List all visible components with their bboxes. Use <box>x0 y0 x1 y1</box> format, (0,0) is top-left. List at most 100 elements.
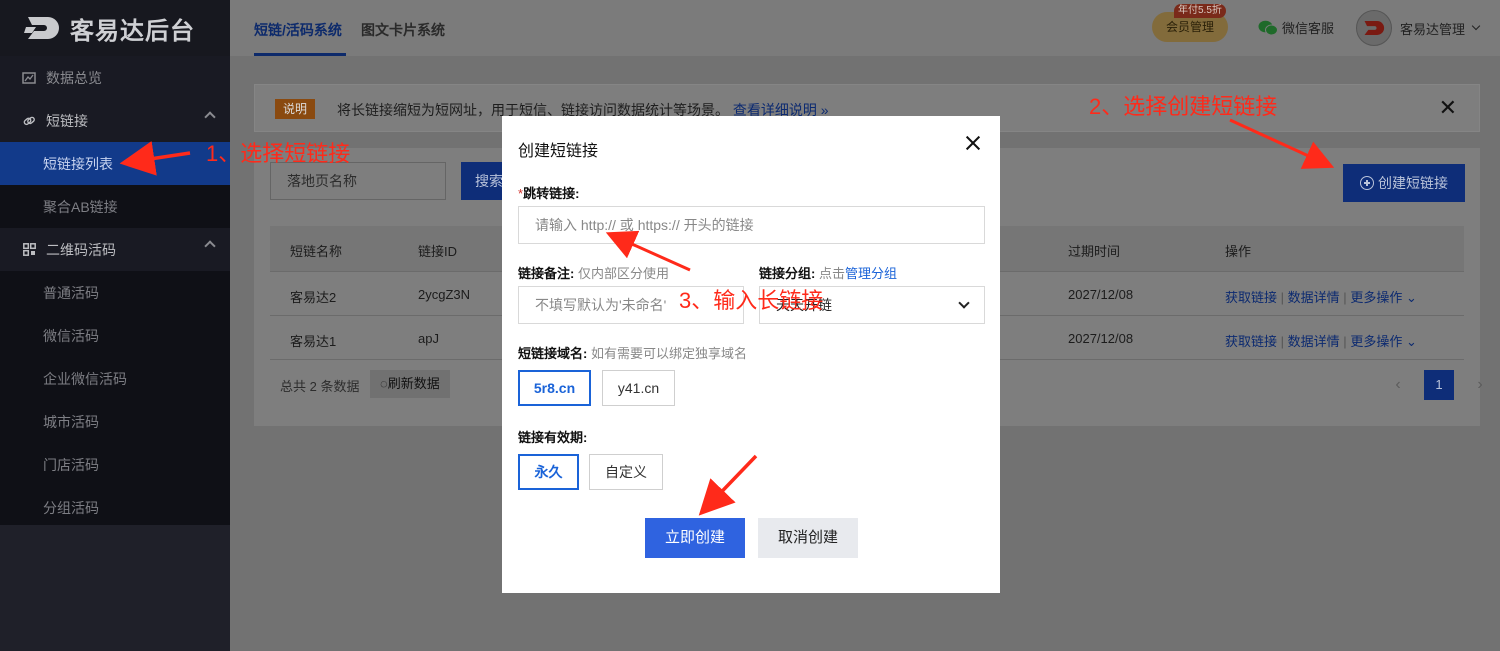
data-details-button[interactable]: 数据详情 <box>1288 290 1340 305</box>
notice-tag: 说明 <box>275 99 316 119</box>
close-icon[interactable]: ✕ <box>1439 97 1457 119</box>
sidebar-item-label: 二维码活码 <box>46 241 116 258</box>
logo-icon <box>24 17 59 39</box>
logo-text: 客易达后台 <box>70 17 195 45</box>
validity-option-permanent[interactable]: 永久 <box>518 454 579 490</box>
sidebar-item-label: 城市活码 <box>43 413 99 430</box>
wechat-service-label: 微信客服 <box>1282 21 1335 36</box>
chevron-down-icon <box>1471 21 1481 31</box>
chevron-down-icon <box>958 297 970 309</box>
page-number[interactable]: 1 <box>1424 370 1454 400</box>
annotation-step1: 1、选择短链接 <box>206 141 351 166</box>
data-details-button[interactable]: 数据详情 <box>1288 334 1340 349</box>
sidebar-item-label: 门店活码 <box>43 456 99 473</box>
validity-label: 链接有效期: <box>518 430 588 445</box>
col-header-id: 链接ID <box>418 244 458 259</box>
vip-discount-badge: 年付5.5折 <box>1174 4 1226 18</box>
chevron-down-icon: ⌄ <box>1405 290 1417 305</box>
sidebar-item-label: 数据总览 <box>46 69 102 86</box>
sidebar-item-store-qr[interactable]: 门店活码 <box>0 443 230 486</box>
plus-circle-icon <box>1360 176 1374 190</box>
op-separator: | <box>1280 334 1285 349</box>
group-label: 链接分组: 点击管理分组 <box>759 263 897 282</box>
sidebar-item-wecom-qr[interactable]: 企业微信活码 <box>0 357 230 400</box>
get-link-button[interactable]: 获取链接 <box>1225 334 1277 349</box>
chevron-down-icon: ⌄ <box>1405 334 1417 349</box>
col-header-ops: 操作 <box>1225 244 1252 259</box>
wechat-icon <box>1258 20 1278 35</box>
sidebar-item-normal-qr[interactable]: 普通活码 <box>0 271 230 314</box>
cell-expire: 2027/12/08 <box>1068 331 1134 346</box>
topbar: 短链/活码系统 图文卡片系统 会员管理 年付5.5折 微信客服 客易达管理 <box>230 0 1500 56</box>
validity-option-custom[interactable]: 自定义 <box>589 454 663 490</box>
domain-option-5r8[interactable]: 5r8.cn <box>518 370 591 406</box>
sidebar-item-label: 普通活码 <box>43 284 99 301</box>
tab-card-system[interactable]: 图文卡片系统 <box>361 20 445 40</box>
sidebar-item-wechat-qr[interactable]: 微信活码 <box>0 314 230 357</box>
pagination: ‹ 1 › <box>1384 370 1494 400</box>
user-name: 客易达管理 <box>1400 21 1466 37</box>
submit-create-button[interactable]: 立即创建 <box>645 518 745 558</box>
chevron-left-icon[interactable]: ‹ <box>1384 371 1412 399</box>
col-header-name: 短链名称 <box>290 244 343 259</box>
total-count: 总共 2 条数据 <box>280 379 360 394</box>
cancel-create-button[interactable]: 取消创建 <box>758 518 858 558</box>
sidebar-item-city-qr[interactable]: 城市活码 <box>0 400 230 443</box>
chevron-up-icon <box>204 111 216 123</box>
link-icon <box>22 114 36 128</box>
domain-option-y41[interactable]: y41.cn <box>602 370 675 406</box>
jump-link-input[interactable]: 请输入 http:// 或 https:// 开头的链接 <box>518 206 985 244</box>
user-menu[interactable]: 客易达管理 <box>1356 10 1481 46</box>
wechat-service-button[interactable]: 微信客服 <box>1258 18 1334 37</box>
jump-link-label-text: 跳转链接: <box>523 186 580 201</box>
cell-expire: 2027/12/08 <box>1068 287 1134 302</box>
logo: 客易达后台 <box>0 0 230 56</box>
create-short-link-modal: 创建短链接 *跳转链接: 请输入 http:// 或 https:// 开头的链… <box>502 116 1000 593</box>
col-header-expire: 过期时间 <box>1068 244 1121 259</box>
sidebar-item-group-qr[interactable]: 分组活码 <box>0 486 230 529</box>
row-ops: 获取链接 | 数据详情 | 更多操作 ⌄ <box>1225 331 1417 350</box>
sidebar-item-label: 微信活码 <box>43 327 99 344</box>
sidebar-group-short-link[interactable]: 短链接 <box>0 99 230 142</box>
avatar <box>1356 10 1392 46</box>
remark-label-text: 链接备注: <box>518 266 575 281</box>
more-actions-button[interactable]: 更多操作 <box>1350 334 1402 349</box>
chevron-right-icon[interactable]: › <box>1466 371 1494 399</box>
op-separator: | <box>1280 290 1285 305</box>
sidebar-item-label: 短链接 <box>46 112 88 129</box>
sidebar-item-label: 聚合AB链接 <box>43 198 118 215</box>
remark-label: 链接备注: 仅内部区分使用 <box>518 263 669 282</box>
create-short-link-label: 创建短链接 <box>1378 175 1448 191</box>
jump-link-label: *跳转链接: <box>518 183 579 202</box>
refresh-icon: ◌ <box>380 376 388 391</box>
cell-id: 2ycgZ3N <box>418 287 471 302</box>
cell-name: 客易达1 <box>290 334 337 349</box>
sidebar-item-label: 企业微信活码 <box>43 370 127 387</box>
sidebar-footer <box>0 525 230 651</box>
sidebar-group-qrcode[interactable]: 二维码活码 <box>0 228 230 271</box>
sidebar-item-ab-link[interactable]: 聚合AB链接 <box>0 185 230 228</box>
row-ops: 获取链接 | 数据详情 | 更多操作 ⌄ <box>1225 287 1417 306</box>
more-actions-button[interactable]: 更多操作 <box>1350 290 1402 305</box>
modal-title: 创建短链接 <box>518 143 599 160</box>
chart-icon <box>22 71 36 85</box>
remark-hint: 仅内部区分使用 <box>577 266 669 281</box>
get-link-button[interactable]: 获取链接 <box>1225 290 1277 305</box>
qrcode-icon <box>22 243 36 257</box>
create-short-link-button[interactable]: 创建短链接 <box>1343 164 1465 202</box>
op-separator: | <box>1343 290 1347 305</box>
logo-icon <box>1364 21 1385 35</box>
group-hint: 点击 <box>818 266 845 281</box>
cell-id: apJ <box>418 331 439 346</box>
close-icon[interactable] <box>962 132 984 154</box>
sidebar: 客易达后台 数据总览 短链接 短链接列表 聚合AB链接 二维码活码 普通活码 微… <box>0 0 230 651</box>
annotation-step3: 3、输入长链接 <box>679 288 824 313</box>
sidebar-item-short-link-list[interactable]: 短链接列表 <box>0 142 230 185</box>
annotation-step2: 2、选择创建短链接 <box>1089 94 1278 119</box>
domain-label: 短链接域名: 如有需要可以绑定独享域名 <box>518 343 747 362</box>
manage-group-link[interactable]: 管理分组 <box>845 266 897 281</box>
sidebar-item-overview[interactable]: 数据总览 <box>0 56 230 99</box>
tab-short-link-system[interactable]: 短链/活码系统 <box>254 20 342 40</box>
refresh-button[interactable]: ◌刷新数据 <box>370 370 450 398</box>
chevron-up-icon <box>204 240 216 252</box>
